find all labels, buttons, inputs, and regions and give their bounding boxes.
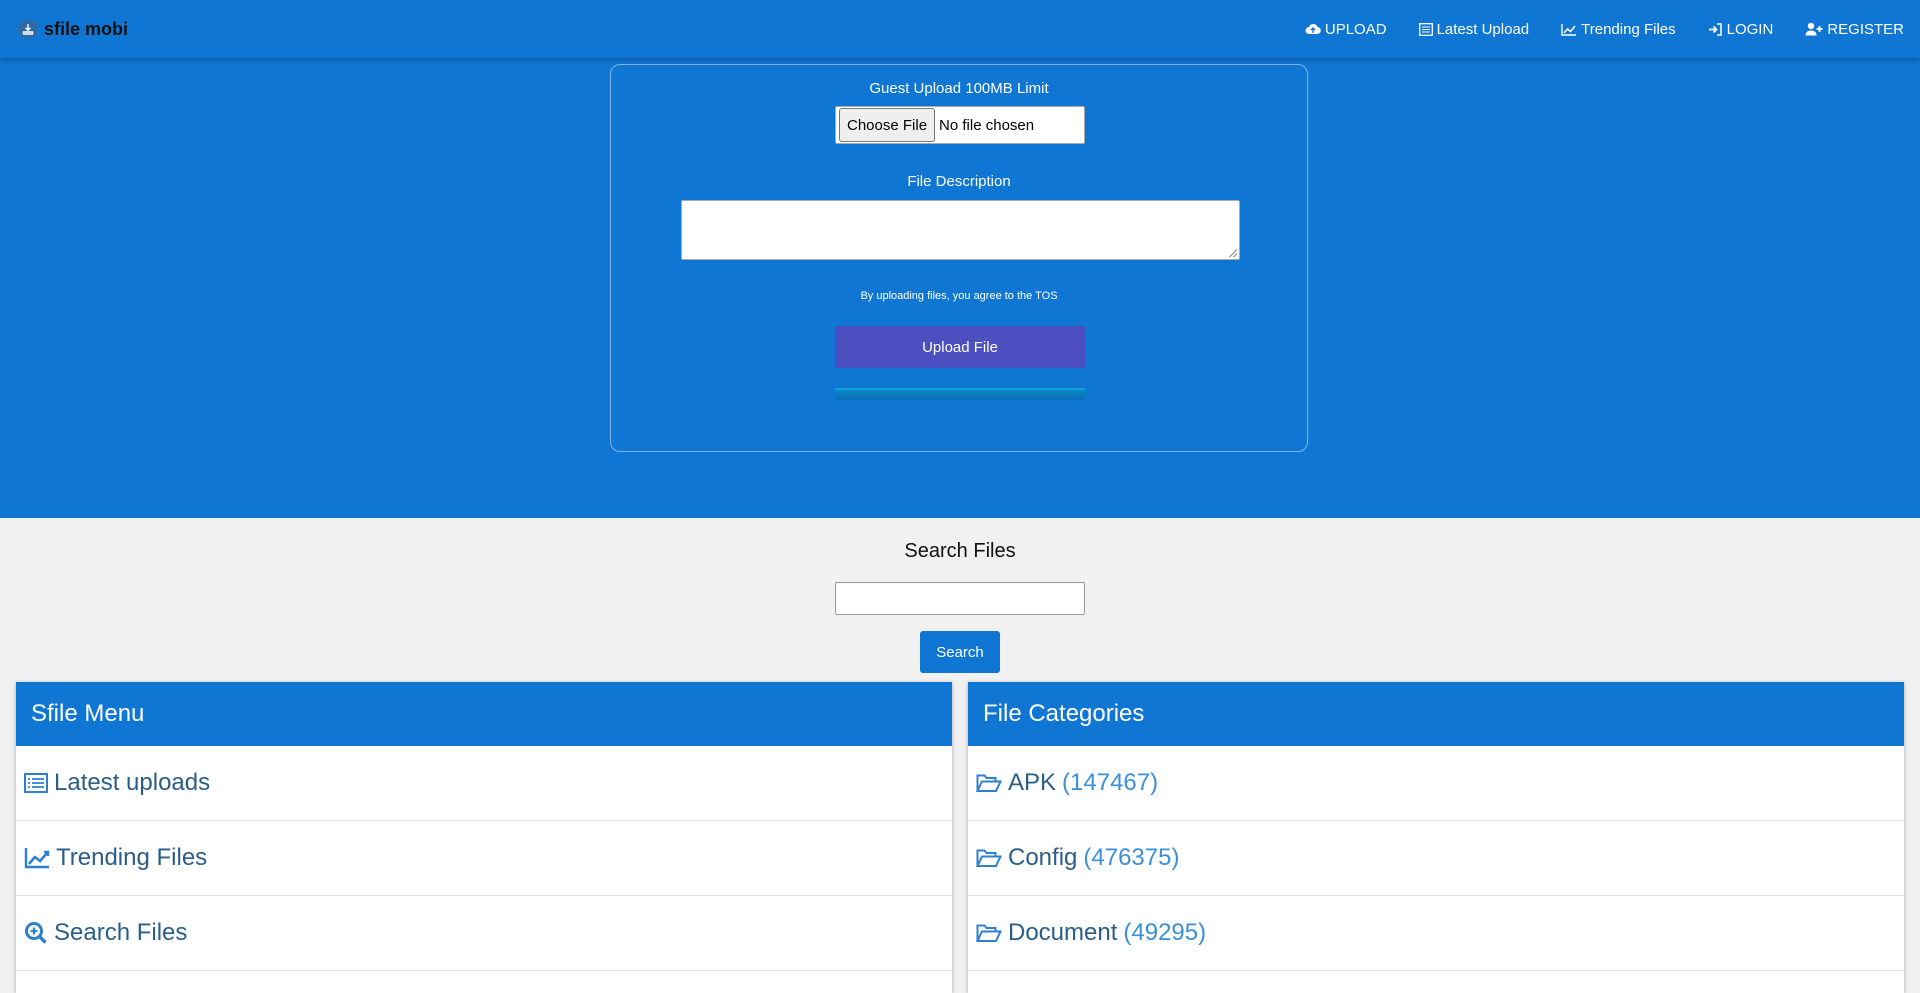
search-button[interactable]: Search xyxy=(920,631,1000,673)
cloud-upload-icon xyxy=(1305,22,1321,36)
trend-chart-icon xyxy=(1561,23,1577,36)
trend-chart-icon xyxy=(24,847,50,869)
choose-file-button[interactable]: Choose File xyxy=(839,108,936,142)
menu-item-latest-uploads[interactable]: Latest uploads xyxy=(16,746,952,821)
category-label: Config xyxy=(1008,844,1078,871)
download-icon xyxy=(18,19,38,39)
menu-item-label: Trending Files xyxy=(56,844,208,871)
nav-trending-files-label: Trending Files xyxy=(1581,20,1676,38)
menu-item-label: Latest uploads xyxy=(54,769,211,796)
category-label: APK xyxy=(1008,769,1057,796)
upload-limit-label: Guest Upload 100MB Limit xyxy=(869,80,1049,97)
nav-register[interactable]: REGISTER xyxy=(1805,21,1904,38)
search-plus-icon xyxy=(24,921,48,945)
nav-latest-upload-label: Latest Upload xyxy=(1436,20,1530,38)
nav-upload[interactable]: UPLOAD xyxy=(1305,21,1387,38)
upload-form: Guest Upload 100MB Limit Choose File No … xyxy=(610,64,1308,452)
category-count: (476375) xyxy=(1083,844,1180,871)
nav-trending-files[interactable]: Trending Files xyxy=(1561,20,1676,38)
menu-item-label: Search Files xyxy=(54,919,188,946)
upload-file-button[interactable]: Upload File xyxy=(835,326,1085,368)
nav-register-label: REGISTER xyxy=(1827,20,1904,38)
category-count: (147467) xyxy=(1062,769,1159,796)
menu-item-trending-files[interactable]: Trending Files xyxy=(16,821,952,896)
brand-logo[interactable]: sfile mobi xyxy=(18,16,128,42)
top-navbar: sfile mobi UPLOAD Latest Upload Trending… xyxy=(0,0,1920,58)
file-description-textarea[interactable] xyxy=(681,200,1240,260)
file-categories-title: File Categories xyxy=(968,682,1904,746)
category-item-apk[interactable]: APK (147467) xyxy=(968,746,1904,821)
sfile-menu-panel: Sfile Menu Latest uploads Trending Files… xyxy=(16,682,952,993)
menu-item-search-files[interactable]: Search Files xyxy=(16,896,952,971)
folder-open-icon xyxy=(976,773,1002,793)
search-input[interactable] xyxy=(835,582,1085,615)
user-plus-icon xyxy=(1805,22,1823,36)
list-icon xyxy=(1418,22,1433,36)
sign-in-icon xyxy=(1708,22,1723,36)
category-item-config[interactable]: Config (476375) xyxy=(968,821,1904,896)
folder-open-icon xyxy=(976,923,1002,943)
sfile-menu-title: Sfile Menu xyxy=(16,682,952,746)
category-label: Document xyxy=(1008,919,1118,946)
list-icon xyxy=(24,773,48,793)
file-input[interactable]: Choose File No file chosen xyxy=(835,106,1085,144)
file-description-label: File Description xyxy=(907,173,1011,190)
category-item-document[interactable]: Document (49295) xyxy=(968,896,1904,971)
category-count: (49295) xyxy=(1123,919,1207,946)
tos-notice: By uploading files, you agree to the TOS xyxy=(860,290,1058,302)
upload-hero: Guest Upload 100MB Limit Choose File No … xyxy=(0,58,1920,518)
resize-grip-icon[interactable] xyxy=(1229,249,1237,257)
nav-login[interactable]: LOGIN xyxy=(1708,20,1774,38)
no-file-text: No file chosen xyxy=(939,116,1035,134)
folder-open-icon xyxy=(976,848,1002,868)
file-categories-panel: File Categories APK (147467) Config (476… xyxy=(968,682,1904,993)
brand-name: sfile mobi xyxy=(44,18,129,39)
nav-latest-upload[interactable]: Latest Upload xyxy=(1418,20,1530,38)
search-title: Search Files xyxy=(904,540,1016,562)
nav-upload-label: UPLOAD xyxy=(1324,20,1387,38)
upload-progress-bar xyxy=(835,388,1085,400)
nav-links: UPLOAD Latest Upload Trending Files LOGI… xyxy=(1305,0,1904,58)
nav-login-label: LOGIN xyxy=(1726,20,1774,38)
